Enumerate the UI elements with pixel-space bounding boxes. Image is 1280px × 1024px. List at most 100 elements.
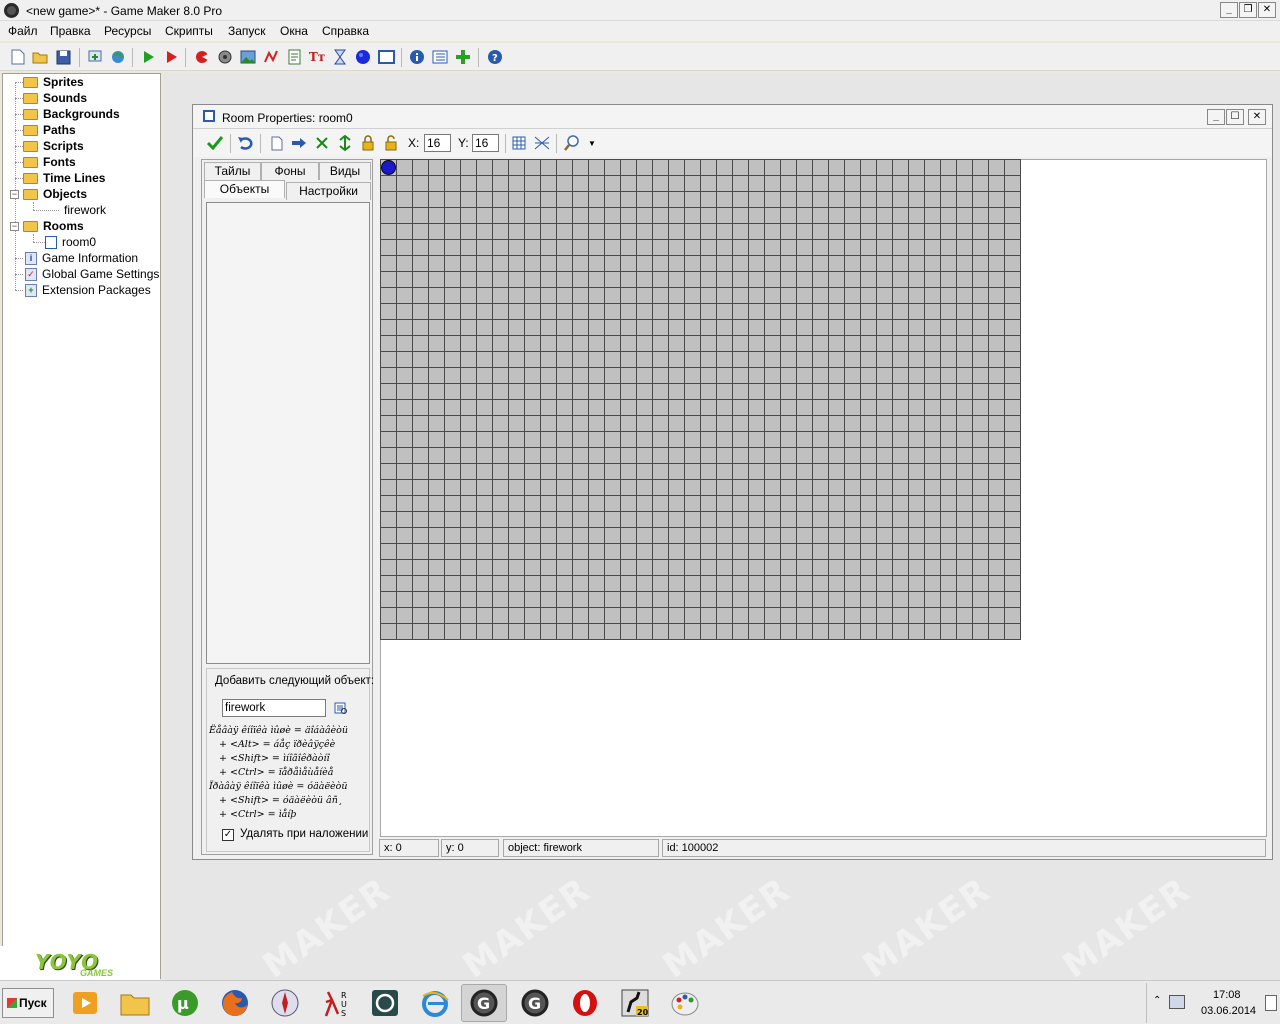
isometric-grid-icon[interactable]	[533, 134, 551, 152]
internet-explorer-icon[interactable]	[412, 984, 458, 1022]
new-file-icon[interactable]	[9, 48, 27, 66]
folder-icon	[23, 173, 38, 185]
clock-time[interactable]: 17:08	[1213, 989, 1241, 1001]
tab-settings[interactable]: Настройки	[286, 182, 371, 200]
extension-packages-icon[interactable]	[454, 48, 472, 66]
minimize-icon[interactable]: _	[1220, 2, 1238, 18]
tree-folder-paths[interactable]: Paths	[23, 122, 76, 138]
tree-folder-rooms[interactable]: Rooms	[23, 218, 84, 234]
firefox-icon[interactable]	[212, 984, 258, 1022]
tree-item-global-settings[interactable]: ✓ Global Game Settings	[25, 266, 159, 282]
tree-folder-sprites[interactable]: Sprites	[23, 74, 84, 90]
menu-run[interactable]: Запуск	[228, 24, 266, 38]
sort-x-icon[interactable]	[313, 134, 331, 152]
menu-edit[interactable]: Правка	[50, 24, 91, 38]
publish-globe-icon[interactable]	[109, 48, 127, 66]
notification-flag-icon[interactable]	[1265, 995, 1277, 1011]
start-button[interactable]: Пуск	[2, 988, 54, 1018]
clock-date[interactable]: 03.06.2014	[1201, 1005, 1256, 1017]
global-game-settings-icon[interactable]	[431, 48, 449, 66]
media-player-icon[interactable]	[62, 984, 108, 1022]
tab-views[interactable]: Виды	[319, 162, 371, 180]
restore-icon[interactable]: ❐	[1239, 2, 1257, 18]
tree-item-game-information[interactable]: i Game Information	[25, 250, 138, 266]
folder-icon	[23, 93, 38, 105]
add-path-icon[interactable]	[262, 48, 280, 66]
game-information-icon[interactable]	[408, 48, 426, 66]
collapse-rooms-icon[interactable]: −	[10, 222, 19, 231]
ok-check-icon[interactable]	[206, 134, 224, 152]
undo-icon[interactable]	[236, 134, 254, 152]
counter-strike-icon[interactable]: 20	[612, 984, 658, 1022]
rus-app-icon[interactable]: RUS	[312, 984, 358, 1022]
tree-folder-backgrounds[interactable]: Backgrounds	[23, 106, 120, 122]
menu-help[interactable]: Справка	[322, 24, 369, 38]
room-close-icon[interactable]: ✕	[1248, 109, 1266, 125]
add-room-icon[interactable]	[377, 48, 395, 66]
svg-text:S: S	[341, 1009, 346, 1018]
tab-backgrounds[interactable]: Фоны	[261, 162, 319, 180]
sort-y-icon[interactable]	[336, 134, 354, 152]
steam-like-app-icon[interactable]	[362, 984, 408, 1022]
tree-folder-scripts[interactable]: Scripts	[23, 138, 84, 154]
game-maker-icon[interactable]: G	[512, 984, 558, 1022]
menu-file[interactable]: Файл	[8, 24, 38, 38]
tree-folder-objects[interactable]: Objects	[23, 186, 87, 202]
lock-all-icon[interactable]	[359, 134, 377, 152]
close-icon[interactable]: ✕	[1258, 2, 1276, 18]
tree-item-extension-packages[interactable]: + Extension Packages	[25, 282, 151, 298]
add-script-icon[interactable]	[285, 48, 303, 66]
add-sprite-icon[interactable]	[193, 48, 211, 66]
utorrent-icon[interactable]: µ	[162, 984, 208, 1022]
menu-windows[interactable]: Окна	[280, 24, 308, 38]
tab-tiles[interactable]: Тайлы	[204, 162, 261, 180]
tree-item-firework[interactable]: firework	[64, 202, 106, 218]
add-sound-icon[interactable]	[216, 48, 234, 66]
resource-tree: Sprites Sounds Backgrounds Paths Scripts…	[2, 73, 161, 979]
delete-underlying-checkbox[interactable]: ✓	[222, 829, 234, 841]
room-minimize-icon[interactable]: _	[1207, 109, 1225, 125]
add-object-icon[interactable]	[354, 48, 372, 66]
save-icon[interactable]	[54, 48, 72, 66]
toggle-grid-icon[interactable]	[510, 134, 528, 152]
firework-instance[interactable]	[381, 160, 396, 175]
snap-y-label: Y:	[458, 136, 469, 150]
run-game-icon[interactable]	[139, 48, 157, 66]
shift-instances-icon[interactable]	[290, 134, 308, 152]
tree-folder-timelines[interactable]: Time Lines	[23, 170, 105, 186]
menu-scripts[interactable]: Скрипты	[165, 24, 213, 38]
object-select-field[interactable]: firework	[222, 699, 326, 717]
room-maximize-icon[interactable]: ☐	[1226, 109, 1244, 125]
opera-icon[interactable]	[562, 984, 608, 1022]
zoom-icon[interactable]	[563, 134, 581, 152]
add-timeline-icon[interactable]	[331, 48, 349, 66]
collapse-objects-icon[interactable]: −	[10, 190, 19, 199]
tab-objects[interactable]: Объекты	[204, 180, 285, 198]
select-object-menu-icon[interactable]	[334, 701, 348, 715]
tree-folder-fonts[interactable]: Fonts	[23, 154, 76, 170]
debug-game-icon[interactable]	[162, 48, 180, 66]
tree-item-room0[interactable]: room0	[45, 234, 96, 250]
snap-x-input[interactable]: 16	[424, 134, 451, 152]
clear-room-icon[interactable]	[268, 134, 286, 152]
file-explorer-icon[interactable]	[112, 984, 158, 1022]
room-window-titlebar: Room Properties: room0 _ ☐ ✕	[193, 105, 1272, 129]
snap-y-input[interactable]: 16	[472, 134, 499, 152]
show-hidden-icons-chevron-up-icon[interactable]: ⌃	[1153, 995, 1161, 1006]
svg-text:U: U	[341, 1000, 347, 1009]
game-maker-taskbar-active-icon[interactable]: G	[461, 984, 507, 1022]
help-icon[interactable]: ?	[486, 48, 504, 66]
add-background-icon[interactable]	[239, 48, 257, 66]
network-icon[interactable]	[1169, 995, 1185, 1009]
compass-icon[interactable]	[262, 984, 308, 1022]
paint-icon[interactable]	[662, 984, 708, 1022]
open-folder-icon[interactable]	[31, 48, 49, 66]
create-executable-icon[interactable]	[86, 48, 104, 66]
menu-resources[interactable]: Ресурсы	[104, 24, 151, 38]
tree-folder-sounds[interactable]: Sounds	[23, 90, 87, 106]
zoom-dropdown-chevron-down-icon[interactable]: ▼	[583, 134, 601, 152]
add-font-icon[interactable]: Tт	[308, 48, 326, 66]
svg-text:?: ?	[492, 53, 498, 64]
room-grid[interactable]	[380, 159, 1021, 640]
unlock-all-icon[interactable]	[382, 134, 400, 152]
